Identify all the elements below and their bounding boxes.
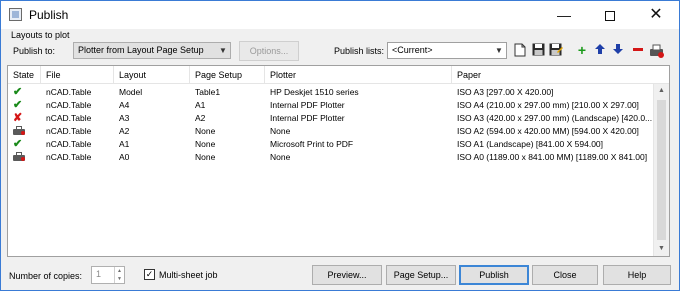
publish-dialog: Publish — ✕ Layouts to plot Publish to: … [0, 0, 680, 291]
cell-file: nCAD.Table [46, 100, 92, 110]
remove-icon[interactable] [631, 43, 645, 57]
scroll-down-icon[interactable]: ▼ [654, 242, 669, 256]
minimize-icon[interactable]: — [541, 1, 587, 29]
scrollbar-thumb[interactable] [657, 100, 666, 240]
cell-plotter: None [270, 152, 291, 162]
section-label-layouts: Layouts to plot [11, 30, 70, 40]
state-error-icon: ✘ [13, 112, 23, 124]
cell-page-setup: A2 [195, 113, 206, 123]
cell-paper: ISO A1 (Landscape) [841.00 X 594.00] [457, 139, 604, 149]
close-button[interactable]: Close [532, 265, 598, 285]
vertical-scrollbar[interactable]: ▲ ▼ [653, 84, 669, 256]
column-header-paper[interactable]: Paper [452, 66, 653, 84]
state-printer-icon [8, 125, 41, 138]
cell-file: nCAD.Table [46, 87, 92, 97]
cell-paper: ISO A0 (1189.00 x 841.00 MM) [1189.00 X … [457, 152, 648, 162]
spin-arrows-icon[interactable]: ▲ ▼ [114, 267, 124, 283]
cell-page-setup: Table1 [195, 87, 221, 97]
cell-file: nCAD.Table [46, 113, 92, 123]
column-header-file[interactable]: File [41, 66, 114, 84]
layouts-table[interactable]: State File Layout Page Setup Plotter Pap… [7, 65, 670, 257]
add-icon[interactable]: + [575, 43, 589, 57]
cell-paper: ISO A2 (594.00 x 420.00 MM) [594.00 X 42… [457, 126, 639, 136]
options-button[interactable]: Options... [239, 41, 299, 61]
cell-plotter: None [270, 126, 291, 136]
copies-stepper[interactable]: 1 ▲ ▼ [91, 266, 125, 284]
chevron-down-icon: ▼ [219, 46, 227, 55]
cell-page-setup: None [195, 152, 216, 162]
cell-page-setup: A1 [195, 100, 206, 110]
publish-lists-value: <Current> [392, 45, 433, 55]
window-title: Publish [29, 8, 69, 22]
copies-label: Number of copies: [9, 271, 83, 281]
table-row[interactable]: ✔ nCAD.Table A4 A1 Internal PDF Plotter … [8, 99, 669, 112]
cell-file: nCAD.Table [46, 139, 92, 149]
scroll-up-icon[interactable]: ▲ [654, 84, 669, 98]
maximize-icon[interactable] [587, 1, 633, 29]
publish-app-icon [9, 8, 22, 21]
state-ok-icon: ✔ [13, 138, 23, 150]
publish-button[interactable]: Publish [459, 265, 529, 285]
cell-layout: A1 [119, 139, 130, 149]
cell-layout: Model [119, 87, 143, 97]
plot-stamp-icon[interactable] [649, 43, 664, 58]
move-up-icon[interactable] [593, 43, 607, 57]
new-list-icon[interactable] [513, 43, 527, 57]
table-header: State File Layout Page Setup Plotter Pap… [8, 66, 669, 84]
table-row[interactable]: ✘ nCAD.Table A3 A2 Internal PDF Plotter … [8, 112, 669, 125]
title-bar: Publish — ✕ [1, 1, 679, 29]
cell-layout: A4 [119, 100, 130, 110]
save-as-list-icon[interactable] [549, 43, 563, 57]
publish-lists-select[interactable]: <Current> ▼ [387, 42, 507, 59]
publish-to-select[interactable]: Plotter from Layout Page Setup ▼ [73, 42, 231, 59]
column-header-plotter[interactable]: Plotter [265, 66, 452, 84]
state-ok-icon: ✔ [13, 86, 23, 98]
table-row[interactable]: nCAD.Table A0 None None ISO A0 (1189.00 … [8, 151, 669, 164]
publish-lists-label: Publish lists: [334, 46, 385, 56]
save-list-icon[interactable] [531, 43, 545, 57]
table-row[interactable]: nCAD.Table A2 None None ISO A2 (594.00 x… [8, 125, 669, 138]
move-down-icon[interactable] [611, 43, 625, 57]
multisheet-label: Multi-sheet job [159, 270, 218, 280]
cell-paper: ISO A3 (420.00 x 297.00 mm) (Landscape) … [457, 113, 653, 123]
cell-file: nCAD.Table [46, 126, 92, 136]
state-ok-icon: ✔ [13, 99, 23, 111]
chevron-down-icon: ▼ [495, 46, 503, 55]
cell-page-setup: None [195, 139, 216, 149]
column-header-page-setup[interactable]: Page Setup [190, 66, 265, 84]
cell-page-setup: None [195, 126, 216, 136]
help-button[interactable]: Help [603, 265, 671, 285]
cell-layout: A0 [119, 152, 130, 162]
cell-plotter: Internal PDF Plotter [270, 113, 345, 123]
publish-to-label: Publish to: [13, 46, 56, 56]
preview-button[interactable]: Preview... [312, 265, 382, 285]
cell-layout: A2 [119, 126, 130, 136]
column-header-state[interactable]: State [8, 66, 41, 84]
cell-file: nCAD.Table [46, 152, 92, 162]
page-setup-button[interactable]: Page Setup... [386, 265, 456, 285]
multisheet-checkbox[interactable]: ✓ [144, 269, 155, 280]
cell-paper: ISO A4 (210.00 x 297.00 mm) [210.00 X 29… [457, 100, 639, 110]
cell-plotter: HP Deskjet 1510 series [270, 87, 359, 97]
state-printer-icon [8, 151, 41, 164]
close-icon[interactable]: ✕ [633, 1, 679, 29]
cell-layout: A3 [119, 113, 130, 123]
cell-plotter: Internal PDF Plotter [270, 100, 345, 110]
table-row[interactable]: ✔ nCAD.Table A1 None Microsoft Print to … [8, 138, 669, 151]
copies-value: 1 [96, 269, 102, 279]
table-row[interactable]: ✔ nCAD.Table Model Table1 HP Deskjet 151… [8, 86, 669, 99]
publish-to-value: Plotter from Layout Page Setup [78, 45, 204, 55]
column-header-layout[interactable]: Layout [114, 66, 190, 84]
cell-paper: ISO A3 [297.00 X 420.00] [457, 87, 554, 97]
cell-plotter: Microsoft Print to PDF [270, 139, 354, 149]
